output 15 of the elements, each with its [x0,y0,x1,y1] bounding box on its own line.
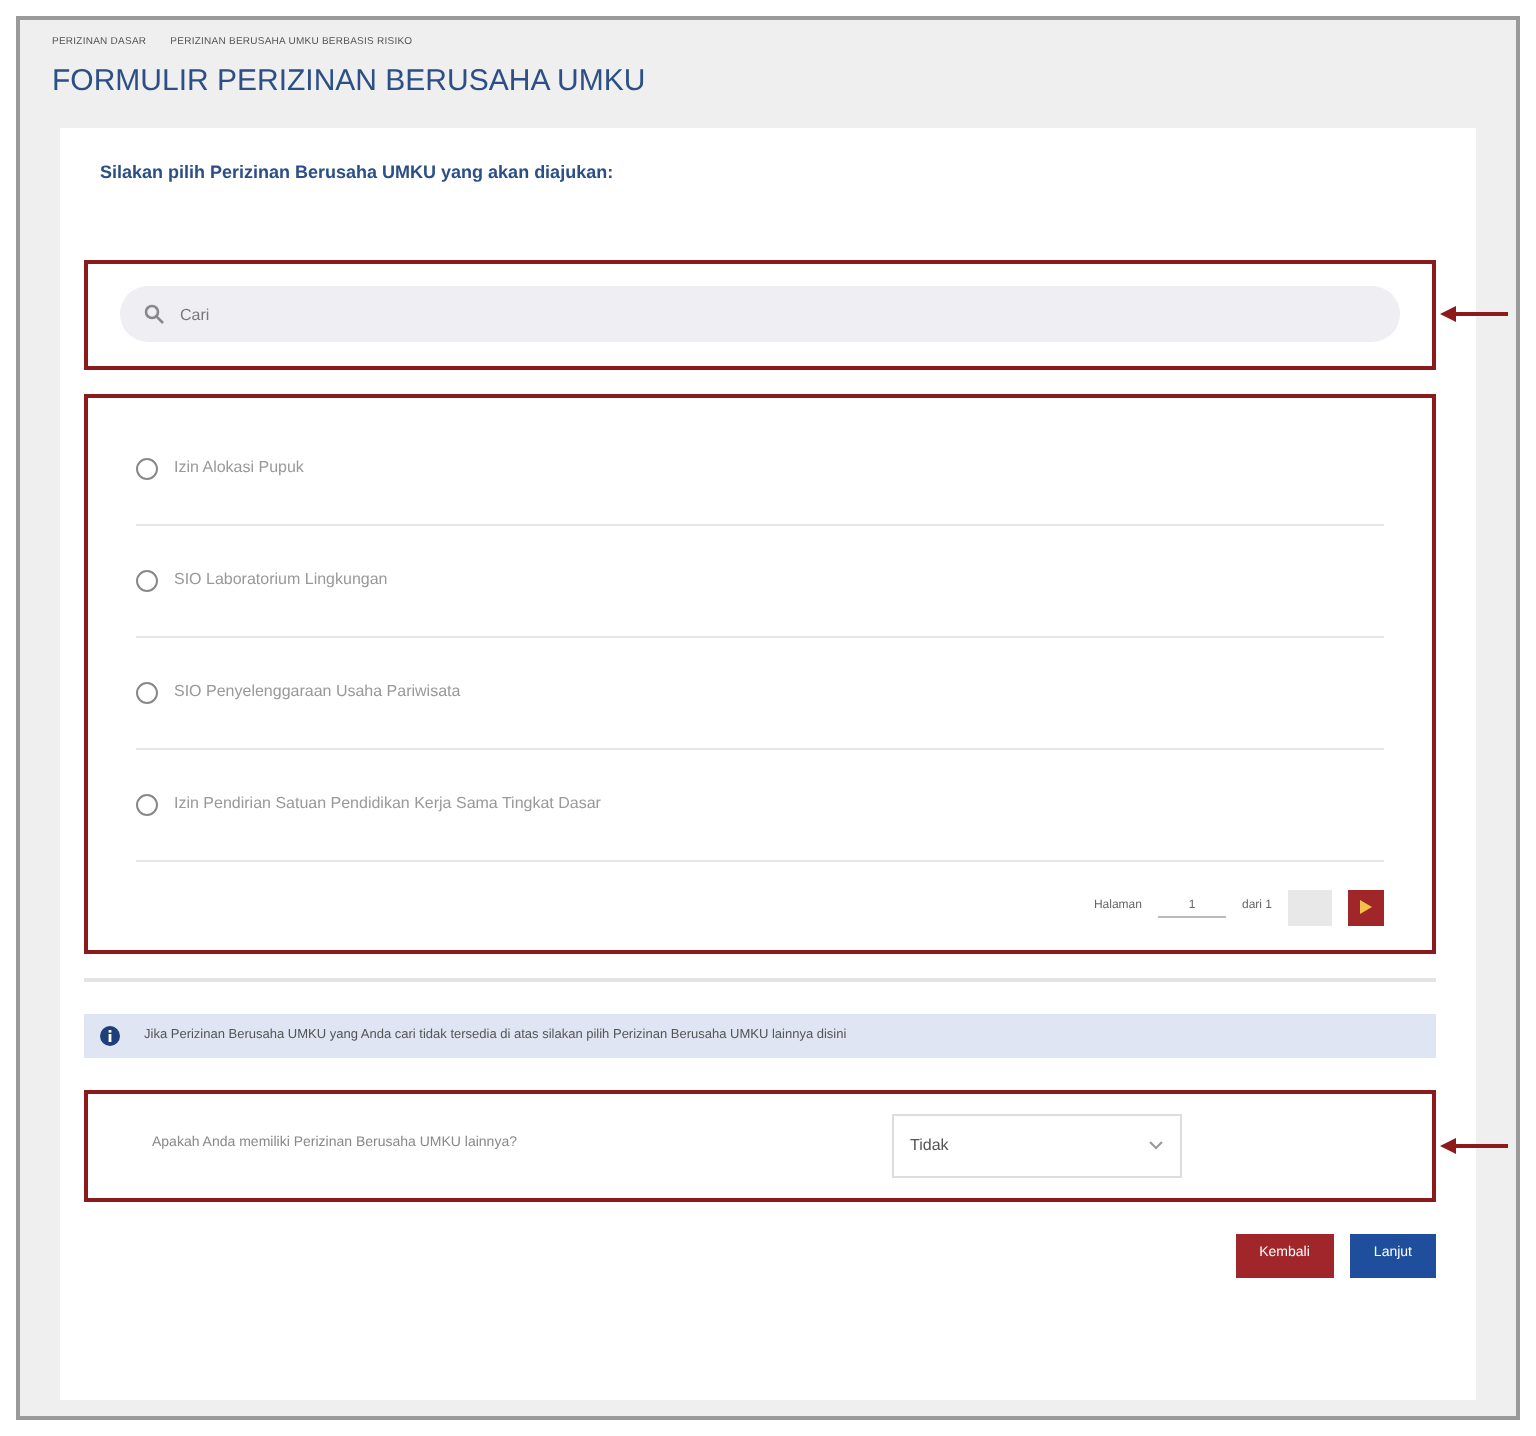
info-icon [100,1025,120,1045]
search-field[interactable]: Cari [120,286,1400,342]
annotation-arrow [1440,304,1508,324]
next-page-button[interactable] [1348,889,1384,925]
search-icon [144,304,164,324]
answer-dropdown[interactable]: Tidak [892,1113,1182,1177]
radio-button[interactable] [136,569,158,591]
radio-button[interactable] [136,793,158,815]
annotation-arrow [1440,1135,1508,1155]
instruction-text: Silakan pilih Perizinan Berusaha UMKU yang akan diajukan: [100,160,616,186]
chevron-down-icon [1148,1140,1164,1150]
play-icon [1360,900,1372,914]
radio-button[interactable] [136,457,158,479]
radio-button[interactable] [136,681,158,703]
page-title: FORMULIR PERIZINAN BERUSAHA UMKU [52,61,648,101]
